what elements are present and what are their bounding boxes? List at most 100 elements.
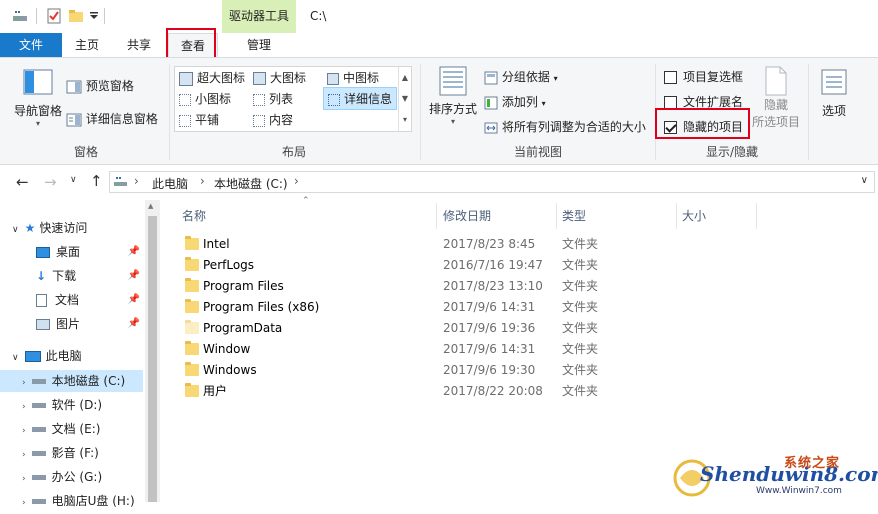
address-bar[interactable]: › 此电脑 › 本地磁盘 (C:) › ∨ (109, 171, 875, 193)
group-by-button[interactable]: 分组依据 ▾ (484, 68, 558, 85)
preview-pane-label: 预览窗格 (85, 79, 134, 93)
item-checkboxes-option[interactable]: 项目复选框 (664, 68, 743, 85)
expand-icon[interactable]: › (22, 378, 26, 388)
nav-drive-f[interactable]: › 影音 (F:) (22, 442, 99, 464)
scrollbar-thumb[interactable] (148, 216, 157, 502)
layout-medium-icons[interactable]: 中图标 (327, 69, 379, 86)
chevron-right-icon[interactable]: › (134, 174, 139, 188)
quick-access[interactable]: ∨ ★ 快速访问 (12, 217, 87, 239)
file-row[interactable]: Intel 2017/8/23 8:45 文件夹 (176, 234, 736, 255)
new-folder-icon[interactable] (68, 8, 84, 24)
highlight-hidden-items (655, 108, 750, 139)
nav-pane-icon (23, 69, 53, 95)
breadcrumb-this-pc[interactable]: 此电脑 (152, 175, 188, 192)
column-size[interactable]: 大小 (682, 203, 706, 229)
pin-icon[interactable]: 📌 (128, 265, 140, 287)
expand-icon[interactable]: ∨ (12, 353, 19, 363)
drive-icon (31, 427, 46, 432)
expand-gallery-icon[interactable]: ▾ (399, 109, 411, 130)
nav-drive-h[interactable]: › 电脑店U盘 (H:) (22, 490, 135, 512)
nav-pane-button[interactable]: 导航窗格 ▾ (12, 68, 64, 128)
dropdown-arrow-icon: ▾ (553, 74, 558, 83)
file-row[interactable]: Windows 2017/9/6 19:30 文件夹 (176, 360, 736, 381)
file-row[interactable]: Program Files 2017/8/23 13:10 文件夹 (176, 276, 736, 297)
item-checkboxes-checkbox[interactable] (664, 71, 677, 84)
tab-file[interactable]: 文件 (0, 33, 62, 57)
hide-selected-button[interactable]: 隐藏 所选项目 (752, 66, 800, 130)
nav-drive-c[interactable]: › 本地磁盘 (C:) (0, 370, 143, 392)
layout-scroll[interactable]: ▲ ▼ ▾ (398, 67, 411, 131)
layout-content[interactable]: 内容 (253, 111, 293, 128)
expand-icon[interactable]: ∨ (12, 225, 19, 235)
folder-icon (185, 236, 199, 250)
pin-icon[interactable]: 📌 (128, 241, 140, 263)
preview-pane-button[interactable]: 预览窗格 (66, 77, 134, 95)
options-button[interactable]: 选项 (816, 68, 852, 119)
expand-icon[interactable]: › (22, 402, 26, 412)
expand-icon[interactable]: › (22, 474, 26, 484)
file-row[interactable]: Program Files (x86) 2017/9/6 14:31 文件夹 (176, 297, 736, 318)
sort-by-button[interactable]: 排序方式 ▾ (428, 66, 478, 126)
pin-icon[interactable]: 📌 (128, 289, 140, 311)
up-icon[interactable]: ↑ (90, 172, 103, 190)
folder-icon (185, 299, 199, 313)
scroll-up-icon[interactable]: ▲ (148, 202, 153, 210)
this-pc[interactable]: ∨ 此电脑 (12, 345, 82, 367)
nav-desktop[interactable]: 桌面 📌 (36, 241, 144, 263)
customize-quick-access-icon[interactable] (89, 10, 99, 26)
add-column-button[interactable]: 添加列 ▾ (484, 93, 546, 110)
details-pane-button[interactable]: 详细信息窗格 (66, 110, 158, 128)
file-row[interactable]: PerfLogs 2016/7/16 19:47 文件夹 (176, 255, 736, 276)
nav-drive-e[interactable]: › 文档 (E:) (22, 418, 100, 440)
layout-small-icons[interactable]: 小图标 (179, 90, 231, 107)
layout-gallery: 超大图标 大图标 中图标 小图标 列表 详细信息 平铺 内容 ▲ ▼ ▾ (174, 66, 412, 132)
pin-icon[interactable]: 📌 (128, 313, 140, 335)
divider (436, 203, 437, 229)
file-row[interactable]: ProgramData 2017/9/6 19:36 文件夹 (176, 318, 736, 339)
layout-tiles[interactable]: 平铺 (179, 111, 219, 128)
expand-icon[interactable]: › (22, 450, 26, 460)
layout-list[interactable]: 列表 (253, 90, 293, 107)
tab-share[interactable]: 共享 (114, 33, 164, 57)
nav-pictures[interactable]: 图片 📌 (36, 313, 144, 335)
nav-drive-g[interactable]: › 办公 (G:) (22, 466, 102, 488)
recent-locations-icon[interactable]: ∨ (70, 175, 77, 185)
column-date[interactable]: 修改日期 (443, 203, 491, 229)
column-type[interactable]: 类型 (562, 203, 586, 229)
layout-xl-icons[interactable]: 超大图标 (179, 69, 245, 86)
scroll-up-icon[interactable]: ▲ (399, 67, 411, 88)
file-row[interactable]: Window 2017/9/6 14:31 文件夹 (176, 339, 736, 360)
file-row[interactable]: 用户 2017/8/22 20:08 文件夹 (176, 381, 736, 402)
nav-downloads[interactable]: ↓ 下载 📌 (36, 265, 144, 287)
layout-large-icons[interactable]: 大图标 (253, 69, 306, 86)
preview-pane-icon (66, 80, 82, 93)
tab-manage[interactable]: 管理 (222, 33, 296, 57)
forward-icon[interactable]: → (44, 173, 57, 191)
dropdown-arrow-icon: ▾ (541, 99, 546, 108)
fit-columns-icon (484, 122, 498, 133)
column-name[interactable]: 名称 (182, 203, 206, 229)
options-icon (821, 69, 847, 95)
back-icon[interactable]: ← (16, 173, 29, 191)
breadcrumb-c-drive[interactable]: 本地磁盘 (C:) (214, 175, 288, 192)
chevron-right-icon[interactable]: › (200, 174, 205, 188)
chevron-down-icon[interactable]: ∨ (861, 175, 868, 186)
fit-columns-button[interactable]: 将所有列调整为合适的大小 (484, 118, 646, 135)
nav-scrollbar[interactable]: ▲ (145, 200, 160, 502)
drive-icon (12, 8, 28, 24)
expand-icon[interactable]: › (22, 498, 26, 508)
file-type: 文件夹 (562, 342, 599, 356)
file-date: 2017/9/6 14:31 (443, 342, 536, 356)
watermark-small: Www.Winwin7.com (756, 486, 842, 496)
properties-icon[interactable] (46, 8, 62, 24)
chevron-right-icon[interactable]: › (294, 174, 299, 188)
scroll-down-icon[interactable]: ▼ (399, 88, 411, 109)
expand-icon[interactable]: › (22, 426, 26, 436)
tiles-icon (179, 114, 191, 127)
nav-drive-d[interactable]: › 软件 (D:) (22, 394, 102, 416)
window-title: C:\ (310, 9, 327, 23)
tab-home[interactable]: 主页 (62, 33, 112, 57)
file-date: 2017/9/6 19:30 (443, 363, 536, 377)
nav-documents[interactable]: 文档 📌 (36, 289, 144, 311)
layout-details[interactable]: 详细信息 (323, 87, 398, 110)
